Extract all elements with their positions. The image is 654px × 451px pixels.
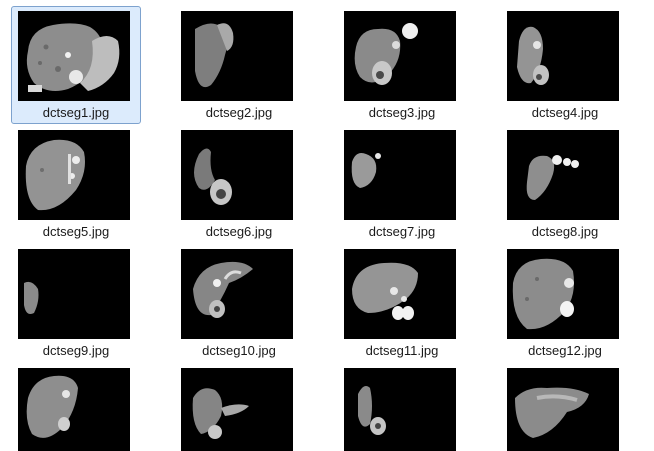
file-thumbnail (181, 249, 293, 339)
file-thumbnail (507, 368, 619, 451)
file-thumbnail (344, 368, 456, 451)
file-thumbnail (181, 368, 293, 451)
file-item-14[interactable] (174, 363, 304, 451)
file-grid: dctseg1.jpg dctseg2.jpg dctseg3.jpg dcts… (0, 0, 654, 451)
file-name: dctseg8.jpg (531, 224, 599, 239)
liver-ct-slice-icon (26, 23, 120, 92)
file-name: dctseg9.jpg (42, 343, 110, 358)
file-name: dctseg12.jpg (528, 343, 602, 358)
file-name: dctseg3.jpg (368, 105, 436, 120)
file-item-4[interactable]: dctseg4.jpg (500, 6, 630, 124)
file-thumbnail (507, 130, 619, 220)
file-thumbnail (344, 130, 456, 220)
file-item-16[interactable] (500, 363, 630, 451)
file-thumbnail (344, 249, 456, 339)
file-name: dctseg10.jpg (202, 343, 276, 358)
file-thumbnail (181, 11, 293, 101)
file-item-12[interactable]: dctseg12.jpg (500, 244, 630, 362)
file-name: dctseg11.jpg (365, 343, 439, 358)
file-name: dctseg7.jpg (368, 224, 436, 239)
file-thumbnail (507, 11, 619, 101)
file-name: dctseg6.jpg (205, 224, 273, 239)
file-item-2[interactable]: dctseg2.jpg (174, 6, 304, 124)
file-thumbnail (18, 368, 130, 451)
file-name: dctseg2.jpg (205, 105, 273, 120)
file-name: dctseg5.jpg (42, 224, 110, 239)
file-thumbnail (507, 249, 619, 339)
file-thumbnail (18, 249, 130, 339)
file-item-6[interactable]: dctseg6.jpg (174, 125, 304, 243)
file-thumbnail (18, 11, 130, 101)
file-item-7[interactable]: dctseg7.jpg (337, 125, 467, 243)
file-thumbnail (181, 130, 293, 220)
file-item-10[interactable]: dctseg10.jpg (174, 244, 304, 362)
file-item-5[interactable]: dctseg5.jpg (11, 125, 141, 243)
file-thumbnail (344, 11, 456, 101)
file-item-8[interactable]: dctseg8.jpg (500, 125, 630, 243)
file-item-13[interactable] (11, 363, 141, 451)
file-name: dctseg1.jpg (42, 105, 110, 120)
file-name: dctseg4.jpg (531, 105, 599, 120)
file-item-9[interactable]: dctseg9.jpg (11, 244, 141, 362)
file-item-3[interactable]: dctseg3.jpg (337, 6, 467, 124)
file-item-15[interactable] (337, 363, 467, 451)
file-item-1[interactable]: dctseg1.jpg (11, 6, 141, 124)
file-thumbnail (18, 130, 130, 220)
file-item-11[interactable]: dctseg11.jpg (337, 244, 467, 362)
